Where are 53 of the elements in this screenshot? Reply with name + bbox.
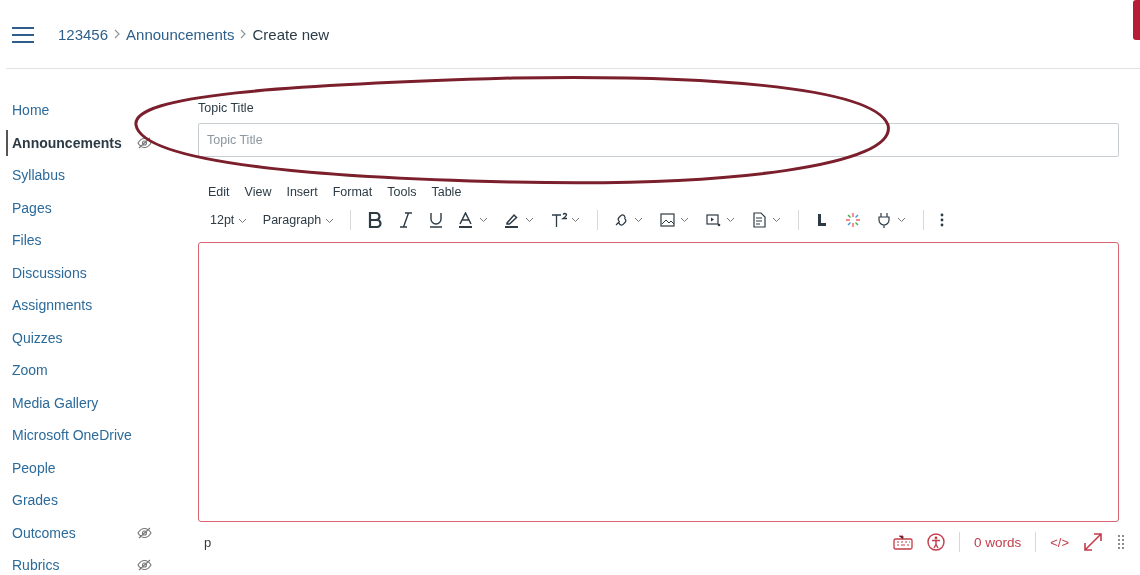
sidebar-item[interactable]: Grades xyxy=(0,492,136,509)
document-icon[interactable] xyxy=(751,212,782,228)
topic-title-field[interactable]: Topic Title xyxy=(198,123,1119,157)
menu-item[interactable]: View xyxy=(244,185,272,199)
fullscreen-icon[interactable] xyxy=(1083,532,1103,552)
menu-item[interactable]: Edit xyxy=(208,185,230,199)
font-size-dropdown[interactable]: 12pt xyxy=(210,213,247,227)
sidebar-item[interactable]: Zoom xyxy=(0,362,136,379)
sparkle-icon[interactable] xyxy=(844,212,861,228)
sidebar-item[interactable]: Media Gallery xyxy=(0,394,136,411)
underline-icon[interactable] xyxy=(428,212,443,228)
caret-icon xyxy=(324,218,334,224)
caret-icon xyxy=(237,218,247,224)
resize-handle-icon[interactable] xyxy=(1117,534,1125,550)
block-format-dropdown[interactable]: Paragraph xyxy=(262,213,334,227)
menu-item[interactable]: Tools xyxy=(387,185,417,199)
menu-item[interactable]: Table xyxy=(431,185,462,199)
link-icon[interactable] xyxy=(613,212,644,228)
more-options-icon[interactable] xyxy=(939,213,944,227)
sidebar-item[interactable]: Announcements xyxy=(6,129,136,156)
superscript-icon[interactable] xyxy=(550,212,581,228)
field-label: Topic Title xyxy=(198,101,255,115)
sidebar-item[interactable]: Assignments xyxy=(0,297,136,314)
accessibility-icon[interactable] xyxy=(926,533,945,551)
menu-item[interactable]: Insert xyxy=(286,185,318,199)
highlight-icon[interactable] xyxy=(504,212,535,228)
image-icon[interactable] xyxy=(659,212,690,228)
sidebar-item[interactable]: Outcomes xyxy=(0,524,136,541)
bold-icon[interactable] xyxy=(366,212,383,228)
italic-icon[interactable] xyxy=(398,212,413,228)
html-editor-toggle[interactable]: </> xyxy=(1050,534,1069,550)
breadcrumb-current: Create new xyxy=(252,25,330,43)
element-path[interactable]: p xyxy=(204,534,212,550)
sidebar-item[interactable]: Pages xyxy=(0,199,136,216)
chevron-right-icon xyxy=(114,29,121,39)
chevron-right-icon xyxy=(240,29,247,39)
plug-icon[interactable] xyxy=(876,212,907,228)
sidebar-item[interactable]: Discussions xyxy=(0,264,136,281)
breadcrumb-link[interactable]: 123456 xyxy=(58,25,109,43)
sidebar-item[interactable]: Rubrics xyxy=(0,557,136,574)
media-icon[interactable] xyxy=(705,212,736,228)
text-color-icon[interactable] xyxy=(458,212,489,228)
sidebar-item[interactable]: People xyxy=(0,459,136,476)
sidebar-item[interactable]: Quizzes xyxy=(0,329,136,346)
keyboard-icon[interactable] xyxy=(892,534,913,550)
breadcrumb-link[interactable]: Announcements xyxy=(126,25,235,43)
word-count[interactable]: 0 words xyxy=(973,534,1022,550)
menu-item[interactable]: Format xyxy=(332,185,373,199)
sidebar-item[interactable]: Microsoft OneDrive xyxy=(0,427,136,444)
sidebar-item[interactable]: Syllabus xyxy=(0,167,136,184)
sidebar-item[interactable]: Files xyxy=(0,232,136,249)
menu-icon[interactable] xyxy=(12,27,34,43)
sidebar-item[interactable]: Home xyxy=(0,102,136,119)
